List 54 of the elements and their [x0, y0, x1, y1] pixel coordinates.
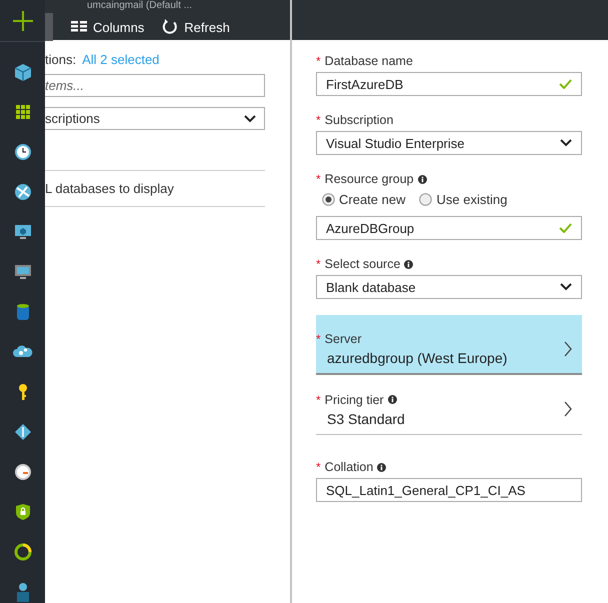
- text-field[interactable]: FirstAzureDB: [316, 72, 582, 96]
- checkmark-icon: [559, 79, 572, 89]
- required-asterisk: *: [316, 332, 321, 346]
- info-icon: [418, 174, 427, 184]
- chevron-right-icon: [564, 340, 572, 356]
- field-label: Collation: [324, 460, 374, 474]
- chevron-right-icon: [564, 401, 572, 417]
- field-label: Subscription: [324, 113, 394, 127]
- field-label: Server: [324, 332, 362, 346]
- info-icon: [377, 462, 386, 472]
- required-asterisk: *: [316, 257, 321, 271]
- field-label: Resource group: [324, 172, 414, 186]
- field-label: Select source: [324, 257, 400, 271]
- field-value: S3 Standard: [326, 410, 405, 426]
- field-label: Database name: [324, 54, 413, 68]
- info-icon: [404, 260, 414, 268]
- required-asterisk: *: [316, 113, 321, 127]
- dropdown-field[interactable]: Visual Studio Enterprise: [316, 131, 582, 155]
- donut-icon[interactable]: [12, 542, 32, 562]
- cube-icon[interactable]: [12, 62, 32, 82]
- chevron-down-icon: [560, 139, 572, 147]
- diamond-icon[interactable]: [12, 422, 32, 442]
- navigation-row[interactable]: * Server azuredbgroup (West Europe): [316, 315, 582, 375]
- info-icon: [388, 395, 397, 404]
- field-label: Pricing tier: [324, 392, 384, 406]
- required-asterisk: *: [316, 172, 321, 186]
- toolbar-button[interactable]: Columns: [71, 20, 144, 34]
- required-asterisk: *: [316, 460, 321, 474]
- radio-label[interactable]: Use existing: [436, 192, 508, 207]
- required-asterisk: *: [316, 54, 321, 68]
- dropdown-field[interactable]: Blank database: [316, 275, 582, 299]
- radio-button[interactable]: [419, 193, 432, 206]
- field-value: azuredbgroup (West Europe): [326, 350, 508, 366]
- chevron-down-icon: [244, 114, 256, 122]
- columns-icon: [71, 21, 87, 33]
- search-field[interactable]: tems...: [45, 74, 265, 97]
- checkmark-icon: [559, 223, 572, 233]
- text-field[interactable]: SQL_Latin1_General_CP1_CI_AS: [316, 478, 582, 502]
- empty-message: L databases to display: [45, 181, 174, 196]
- refresh-icon: [162, 19, 178, 35]
- clock-icon[interactable]: [12, 142, 32, 162]
- chevron-down-icon: [560, 283, 572, 291]
- radio-label[interactable]: Create new: [339, 192, 406, 207]
- monitor-icon[interactable]: [12, 222, 32, 242]
- filter-label: tions:: [45, 52, 76, 69]
- toolbar-button[interactable]: Refresh: [162, 19, 230, 35]
- dropdown-field[interactable]: scriptions: [45, 107, 265, 130]
- account-name: umcaingmail (Default ...: [86, 0, 194, 11]
- required-asterisk: *: [316, 392, 321, 406]
- monitor-icon[interactable]: [12, 262, 32, 282]
- text-field[interactable]: AzureDBGroup: [316, 216, 582, 240]
- gauge-icon[interactable]: [12, 462, 32, 482]
- plus-icon[interactable]: [12, 10, 32, 30]
- radio-button[interactable]: [322, 193, 335, 206]
